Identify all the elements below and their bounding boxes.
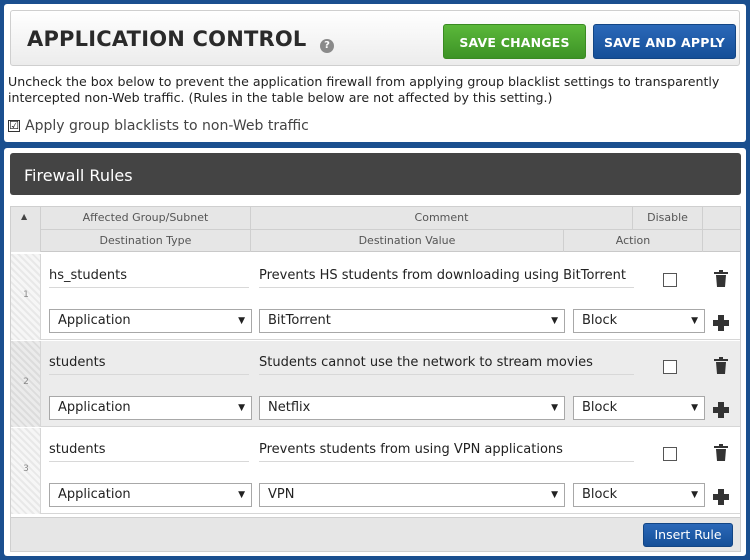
group-input[interactable]: students [49,440,249,462]
application-control-panel: APPLICATION CONTROL ? SAVE CHANGES SAVE … [4,4,746,142]
firewall-rules-title: Firewall Rules [24,166,133,185]
destination-value-select[interactable]: BitTorrent ▼ [259,309,565,333]
column-affected-group: Affected Group/Subnet [41,207,251,229]
destination-type-value: Application [58,400,131,415]
column-comment: Comment [251,207,633,229]
page-title: APPLICATION CONTROL [27,27,307,51]
column-destination-type: Destination Type [41,230,251,252]
destination-value-value: BitTorrent [268,313,331,328]
chevron-down-icon: ▼ [238,490,245,500]
trash-icon[interactable] [713,270,729,288]
action-select[interactable]: Block ▼ [573,483,705,507]
chevron-down-icon: ▼ [551,316,558,326]
table-row: 3 students Prevents students from using … [11,428,740,514]
plus-icon[interactable] [712,401,730,419]
table-row: 1 hs_students Prevents HS students from … [11,254,740,340]
action-select[interactable]: Block ▼ [573,396,705,420]
save-changes-button[interactable]: SAVE CHANGES [443,24,586,59]
trash-icon[interactable] [713,357,729,375]
firewall-rules-header: Firewall Rules [10,153,741,195]
chevron-down-icon: ▼ [691,403,698,413]
disable-checkbox[interactable] [663,447,677,461]
chevron-down-icon: ▼ [238,403,245,413]
destination-value-select[interactable]: Netflix ▼ [259,396,565,420]
apply-blacklist-label[interactable]: Apply group blacklists to non-Web traffi… [25,118,309,134]
comment-input[interactable]: Prevents students from using VPN applica… [259,440,634,462]
insert-rule-button[interactable]: Insert Rule [643,523,733,547]
destination-value-select[interactable]: VPN ▼ [259,483,565,507]
chevron-down-icon: ▼ [551,403,558,413]
table-footer: Insert Rule [11,517,740,551]
chevron-down-icon: ▼ [551,490,558,500]
blacklist-description: Uncheck the box below to prevent the app… [8,74,720,105]
plus-icon[interactable] [712,314,730,332]
firewall-rules-panel: Firewall Rules ▲ Affected Group/Subnet C… [4,148,746,556]
sort-column[interactable]: ▲ [11,207,41,252]
row-number[interactable]: 3 [11,428,41,514]
plus-icon[interactable] [712,488,730,506]
chevron-down-icon: ▼ [691,316,698,326]
destination-type-select[interactable]: Application ▼ [49,309,252,333]
destination-value-value: Netflix [268,400,311,415]
destination-type-value: Application [58,487,131,502]
table-header: ▲ Affected Group/Subnet Comment Disable … [11,207,740,252]
action-value: Block [582,313,618,328]
action-value: Block [582,400,618,415]
help-icon[interactable]: ? [320,39,334,53]
comment-input[interactable]: Students cannot use the network to strea… [259,353,634,375]
apply-blacklist-checkbox[interactable]: ☑ [8,120,20,132]
column-disable: Disable [633,207,703,229]
firewall-rules-table: ▲ Affected Group/Subnet Comment Disable … [10,206,741,552]
trash-icon[interactable] [713,444,729,462]
save-and-apply-button[interactable]: SAVE AND APPLY [593,24,736,59]
row-number-label: 3 [23,464,29,474]
destination-type-select[interactable]: Application ▼ [49,483,252,507]
action-select[interactable]: Block ▼ [573,309,705,333]
chevron-down-icon: ▼ [691,490,698,500]
row-number[interactable]: 2 [11,341,41,427]
page-header: APPLICATION CONTROL ? SAVE CHANGES SAVE … [10,10,740,66]
destination-type-value: Application [58,313,131,328]
disable-checkbox[interactable] [663,273,677,287]
action-value: Block [582,487,618,502]
column-action: Action [564,230,703,252]
disable-checkbox[interactable] [663,360,677,374]
table-row: 2 students Students cannot use the netwo… [11,341,740,427]
group-input[interactable]: students [49,353,249,375]
row-number-label: 2 [23,377,29,387]
chevron-down-icon: ▼ [238,316,245,326]
comment-input[interactable]: Prevents HS students from downloading us… [259,266,634,288]
destination-value-value: VPN [268,487,295,502]
group-input[interactable]: hs_students [49,266,249,288]
destination-type-select[interactable]: Application ▼ [49,396,252,420]
row-number-label: 1 [23,290,29,300]
column-destination-value: Destination Value [251,230,564,252]
row-number[interactable]: 1 [11,254,41,340]
apply-blacklist-option: ☑ Apply group blacklists to non-Web traf… [8,117,309,135]
sort-up-icon[interactable]: ▲ [21,212,27,221]
